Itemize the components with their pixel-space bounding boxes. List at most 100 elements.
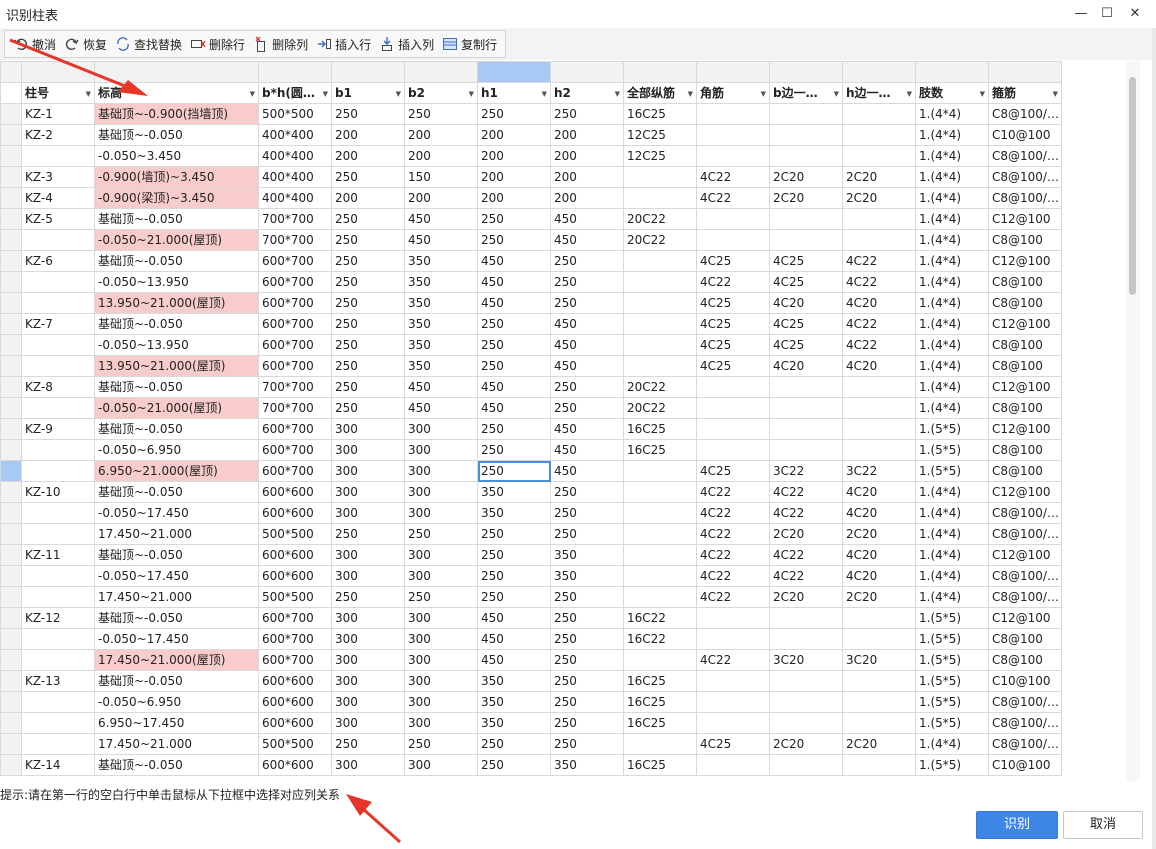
- cell-col-b2[interactable]: 300: [404, 754, 478, 776]
- cell-col-id[interactable]: [21, 334, 95, 356]
- cell-col-id[interactable]: KZ-10: [21, 481, 95, 503]
- cell-col-stirrups[interactable]: C10@100: [988, 124, 1062, 146]
- cell-col-elevation[interactable]: -0.900(梁顶)~3.450: [94, 187, 259, 209]
- table-row[interactable]: KZ-6 基础顶~-0.050 600*700 250 350 450 250 4C25 4C2…: [0, 250, 1062, 272]
- cell-col-bh[interactable]: 600*700: [258, 460, 332, 482]
- cell-col-b-side[interactable]: 2C20: [769, 166, 843, 188]
- row-header[interactable]: [0, 145, 22, 167]
- cell-col-elevation[interactable]: 13.950~21.000(屋顶): [94, 355, 259, 377]
- cell-col-b1[interactable]: 250: [331, 334, 405, 356]
- cell-col-b-side[interactable]: [769, 670, 843, 692]
- cell-col-id[interactable]: KZ-4: [21, 187, 95, 209]
- cell-col-corner-bars[interactable]: 4C25: [696, 313, 770, 335]
- cell-col-h-side[interactable]: 2C20: [842, 187, 916, 209]
- header-col-all-bars[interactable]: 全部纵筋 ▼: [623, 82, 697, 104]
- cell-col-corner-bars[interactable]: [696, 418, 770, 440]
- mapping-cell-col-legs[interactable]: [915, 61, 989, 83]
- table-row[interactable]: -0.050~6.950 600*600 300 300 350 250 16C25 1.(5…: [0, 691, 1062, 713]
- cell-col-b2[interactable]: 300: [404, 649, 478, 671]
- cell-col-bh[interactable]: 700*700: [258, 229, 332, 251]
- cell-col-h1[interactable]: 250: [477, 313, 551, 335]
- cell-col-bh[interactable]: 400*400: [258, 166, 332, 188]
- cell-col-h2[interactable]: 350: [550, 565, 624, 587]
- row-header[interactable]: [0, 586, 22, 608]
- cell-col-h-side[interactable]: 3C20: [842, 649, 916, 671]
- cell-col-b1[interactable]: 300: [331, 502, 405, 524]
- cell-col-h-side[interactable]: 2C20: [842, 733, 916, 755]
- row-header[interactable]: [0, 103, 22, 125]
- mapping-cell-col-h2[interactable]: [550, 61, 624, 83]
- cell-col-elevation[interactable]: -0.050~17.450: [94, 628, 259, 650]
- row-header[interactable]: [0, 481, 22, 503]
- cell-col-elevation[interactable]: 17.450~21.000(屋顶): [94, 649, 259, 671]
- cell-col-legs[interactable]: 1.(5*5): [915, 754, 989, 776]
- cell-col-corner-bars[interactable]: 4C22: [696, 523, 770, 545]
- mapping-cell-col-elevation[interactable]: [94, 61, 259, 83]
- cell-col-h-side[interactable]: [842, 418, 916, 440]
- cell-col-h-side[interactable]: [842, 691, 916, 713]
- dropdown-arrow-icon[interactable]: ▼: [469, 84, 474, 103]
- cell-col-h2[interactable]: 200: [550, 124, 624, 146]
- cell-col-b2[interactable]: 250: [404, 733, 478, 755]
- cell-col-h-side[interactable]: 2C20: [842, 166, 916, 188]
- cell-col-h2[interactable]: 450: [550, 418, 624, 440]
- cell-col-stirrups[interactable]: C12@100: [988, 313, 1062, 335]
- cell-col-h2[interactable]: 250: [550, 670, 624, 692]
- cell-col-elevation[interactable]: 基础顶~-0.050: [94, 607, 259, 629]
- row-header[interactable]: [0, 523, 22, 545]
- cell-col-h1[interactable]: 250: [477, 523, 551, 545]
- cell-col-b-side[interactable]: 4C20: [769, 355, 843, 377]
- table-row[interactable]: -0.050~17.450 600*700 300 300 450 250 16C22 1.(…: [0, 628, 1062, 650]
- row-header[interactable]: [0, 355, 22, 377]
- cell-col-legs[interactable]: 1.(4*4): [915, 355, 989, 377]
- cell-col-h1[interactable]: 250: [477, 103, 551, 125]
- cell-col-corner-bars[interactable]: [696, 229, 770, 251]
- cell-col-h-side[interactable]: 4C20: [842, 544, 916, 566]
- cell-col-bh[interactable]: 700*700: [258, 397, 332, 419]
- cell-col-all-bars[interactable]: [623, 250, 697, 272]
- table-row[interactable]: -0.050~17.450 600*600 300 300 350 250 4C22 4C22…: [0, 502, 1062, 524]
- cell-col-h2[interactable]: 250: [550, 376, 624, 398]
- cell-col-h-side[interactable]: [842, 103, 916, 125]
- cell-col-legs[interactable]: 1.(4*4): [915, 208, 989, 230]
- cell-col-h1[interactable]: 250: [477, 355, 551, 377]
- copy-row-button[interactable]: 复制行: [438, 32, 501, 56]
- cell-col-corner-bars[interactable]: 4C25: [696, 733, 770, 755]
- table-row[interactable]: 17.450~21.000 500*500 250 250 250 250 4C22 2C20…: [0, 586, 1062, 608]
- cell-col-b1[interactable]: 250: [331, 586, 405, 608]
- cell-col-corner-bars[interactable]: [696, 208, 770, 230]
- cell-col-id[interactable]: [21, 229, 95, 251]
- dropdown-arrow-icon[interactable]: ▼: [250, 84, 255, 103]
- cell-col-legs[interactable]: 1.(4*4): [915, 250, 989, 272]
- cell-col-id[interactable]: KZ-12: [21, 607, 95, 629]
- cell-col-corner-bars[interactable]: 4C22: [696, 544, 770, 566]
- cell-col-b1[interactable]: 300: [331, 544, 405, 566]
- cell-col-b2[interactable]: 300: [404, 544, 478, 566]
- cell-col-b1[interactable]: 250: [331, 376, 405, 398]
- cell-col-stirrups[interactable]: C8@100: [988, 355, 1062, 377]
- cell-col-stirrups[interactable]: C12@100: [988, 418, 1062, 440]
- cell-col-id[interactable]: [21, 502, 95, 524]
- cell-col-all-bars[interactable]: [623, 586, 697, 608]
- cell-col-corner-bars[interactable]: 4C22: [696, 187, 770, 209]
- table-row[interactable]: 13.950~21.000(屋顶) 600*700 250 350 450 250 4C25…: [0, 292, 1062, 314]
- cell-col-b1[interactable]: 300: [331, 565, 405, 587]
- cell-col-b2[interactable]: 250: [404, 103, 478, 125]
- cell-col-bh[interactable]: 500*500: [258, 733, 332, 755]
- cell-col-bh[interactable]: 600*700: [258, 439, 332, 461]
- cell-col-corner-bars[interactable]: [696, 376, 770, 398]
- cell-col-corner-bars[interactable]: [696, 712, 770, 734]
- cell-col-b2[interactable]: 300: [404, 481, 478, 503]
- row-header[interactable]: [0, 292, 22, 314]
- cell-col-stirrups[interactable]: C8@100/…: [988, 103, 1062, 125]
- cell-col-b1[interactable]: 250: [331, 103, 405, 125]
- cell-col-b-side[interactable]: 4C25: [769, 271, 843, 293]
- cell-col-legs[interactable]: 1.(4*4): [915, 523, 989, 545]
- cell-col-h1[interactable]: 350: [477, 502, 551, 524]
- cell-col-stirrups[interactable]: C10@100: [988, 754, 1062, 776]
- cell-col-h2[interactable]: 450: [550, 313, 624, 335]
- cell-col-b1[interactable]: 250: [331, 397, 405, 419]
- cell-col-legs[interactable]: 1.(4*4): [915, 271, 989, 293]
- table-row[interactable]: KZ-1 基础顶~-0.900(挡墙顶) 500*500 250 250 250 250 16…: [0, 103, 1062, 125]
- cell-col-all-bars[interactable]: [623, 481, 697, 503]
